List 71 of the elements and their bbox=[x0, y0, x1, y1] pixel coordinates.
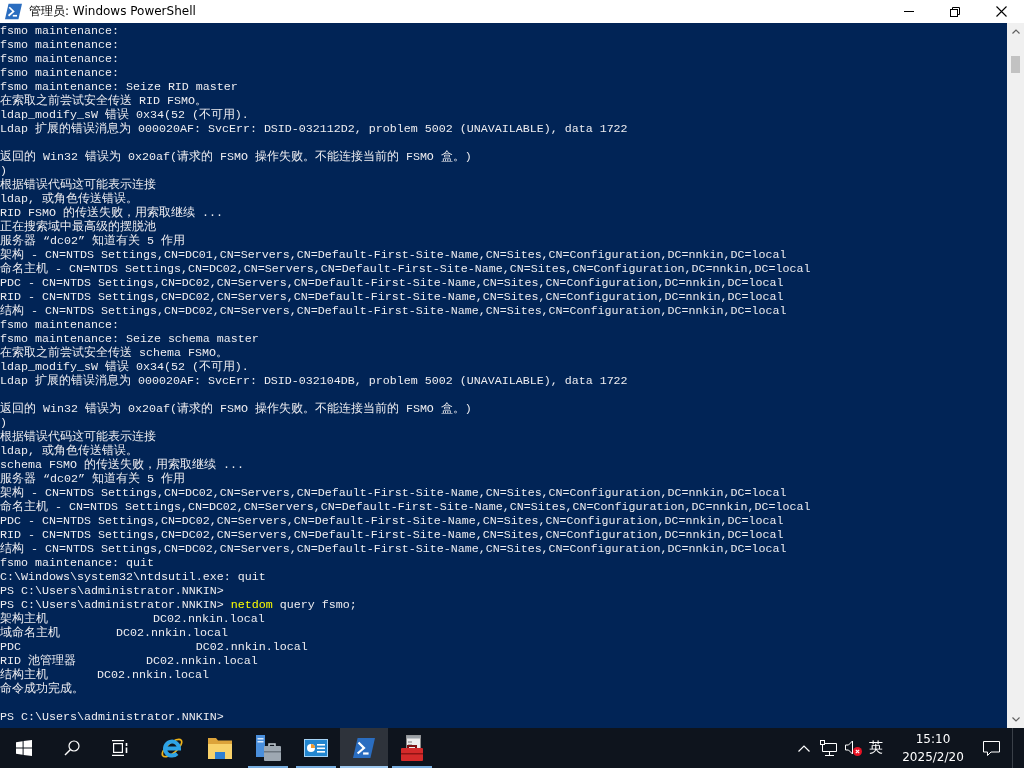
console-line: 架构 - CN=NTDS Settings,CN=DC02,CN=Servers,CN=Default-First-Site-Name,CN=Sites,CN=Configuration,DC=nnkin,DC=local bbox=[0, 486, 787, 500]
console-line: 架构主机 DC02.nnkin.local bbox=[0, 612, 265, 626]
minimize-icon bbox=[904, 11, 914, 12]
console-line: Ldap 扩展的错误消息为 000020AF: SvcErr: DSID-032112D2, problem 5002 (UNAVAILABLE), data 1722 bbox=[0, 122, 628, 136]
terminal-icon bbox=[353, 737, 375, 759]
console-line: 结构 - CN=NTDS Settings,CN=DC02,CN=Servers,CN=Default-First-Site-Name,CN=Sites,CN=Configuration,DC=nnkin,DC=local bbox=[0, 542, 787, 556]
console-line: 根据错误代码这可能表示连接 bbox=[0, 430, 156, 444]
console-line: fsmo maintenance: Seize schema master bbox=[0, 332, 259, 346]
console-line: fsmo maintenance: quit bbox=[0, 556, 154, 570]
console-line: RID - CN=NTDS Settings,CN=DC02,CN=Servers,CN=Default-First-Site-Name,CN=Sites,CN=Configuration,DC=nnkin,DC=local bbox=[0, 290, 784, 304]
console-line: 返回的 Win32 错误为 0x20af(请求的 FSMO 操作失败。不能连接当前的 FSMO 盒。) bbox=[0, 402, 472, 416]
console-line: 架构 - CN=NTDS Settings,CN=DC01,CN=Servers,CN=Default-First-Site-Name,CN=Sites,CN=Configuration,DC=nnkin,DC=local bbox=[0, 248, 787, 262]
server-briefcase-icon bbox=[255, 735, 281, 761]
terminal-icon bbox=[5, 3, 22, 20]
close-icon bbox=[995, 6, 1007, 17]
console-line: PDC DC02.nnkin.local bbox=[0, 640, 308, 654]
task-view-icon bbox=[112, 740, 128, 756]
scrollbar[interactable] bbox=[1007, 23, 1024, 728]
network-icon bbox=[819, 740, 837, 756]
console-line: ldap, 或角色传送错误。 bbox=[0, 444, 138, 458]
speech-bubble-icon bbox=[982, 740, 1000, 756]
console-line: PS C:\Users\administrator.NNKIN> bbox=[0, 584, 224, 598]
window-title: 管理员: Windows PowerShell bbox=[29, 3, 197, 20]
console-line: fsmo maintenance: bbox=[0, 38, 119, 52]
console-line: 命令成功完成。 bbox=[0, 682, 84, 696]
console-line: schema FSMO 的传送失败，用索取继续 ... bbox=[0, 458, 244, 472]
console-line: 正在搜索域中最高级的摆脱池 bbox=[0, 220, 156, 234]
console-line: RID FSMO 的传送失败，用索取继续 ... bbox=[0, 206, 223, 220]
console-line: fsmo maintenance: bbox=[0, 66, 119, 80]
folder-icon bbox=[208, 737, 232, 759]
input-language-indicator[interactable]: 英 bbox=[866, 728, 886, 768]
console-line: 结构主机 DC02.nnkin.local bbox=[0, 668, 209, 682]
console-line: fsmo maintenance: bbox=[0, 318, 119, 332]
console-line: fsmo maintenance: bbox=[0, 24, 119, 38]
console-line: ldap, 或角色传送错误。 bbox=[0, 192, 138, 206]
console-line: PS C:\Users\administrator.NNKIN> bbox=[0, 710, 224, 724]
console-line: 在索取之前尝试安全传送 schema FSMO。 bbox=[0, 346, 228, 360]
console-line: RID 池管理器 DC02.nnkin.local bbox=[0, 654, 258, 668]
console-line: ) bbox=[0, 416, 7, 430]
console-line: ) bbox=[0, 164, 7, 178]
console-line: fsmo maintenance: bbox=[0, 52, 119, 66]
console-line: 命名主机 - CN=NTDS Settings,CN=DC02,CN=Servers,CN=Default-First-Site-Name,CN=Sites,CN=Configuration,DC=nnkin,DC=local bbox=[0, 500, 811, 514]
clock-button[interactable]: 15:10 2025/2/20 bbox=[896, 728, 970, 768]
command-line: PS C:\Users\administrator.NNKIN> netdom query fsmo; bbox=[0, 598, 357, 612]
console-line: 服务器 “dc02” 知道有关 5 作用 bbox=[0, 234, 185, 248]
scrollbar-thumb[interactable] bbox=[1011, 56, 1020, 73]
console-line: PDC - CN=NTDS Settings,CN=DC02,CN=Servers,CN=Default-First-Site-Name,CN=Sites,CN=Configuration,DC=nnkin,DC=local bbox=[0, 276, 784, 290]
search-icon bbox=[64, 740, 80, 756]
console-line: 根据错误代码这可能表示连接 bbox=[0, 178, 156, 192]
console-line: ldap_modify_sW 错误 0x34(52 (不可用). bbox=[0, 108, 249, 122]
console-line: 在索取之前尝试安全传送 RID FSMO。 bbox=[0, 94, 207, 108]
console-line: RID - CN=NTDS Settings,CN=DC02,CN=Servers,CN=Default-First-Site-Name,CN=Sites,CN=Configuration,DC=nnkin,DC=local bbox=[0, 528, 784, 542]
toolbox-icon bbox=[400, 735, 424, 761]
chevron-down-icon bbox=[1011, 717, 1020, 722]
console-line: Ldap 扩展的错误消息为 000020AF: SvcErr: DSID-032104DB, problem 5002 (UNAVAILABLE), data 1722 bbox=[0, 374, 628, 388]
taskbar-button[interactable] bbox=[340, 728, 388, 768]
chevron-up-icon bbox=[798, 744, 810, 752]
chart-window-icon bbox=[304, 739, 328, 757]
console-line: fsmo maintenance: Seize RID master bbox=[0, 80, 238, 94]
console-line: PDC - CN=NTDS Settings,CN=DC02,CN=Servers,CN=Default-First-Site-Name,CN=Sites,CN=Configuration,DC=nnkin,DC=local bbox=[0, 514, 784, 528]
console-line: 结构 - CN=NTDS Settings,CN=DC02,CN=Servers,CN=Default-First-Site-Name,CN=Sites,CN=Configuration,DC=nnkin,DC=local bbox=[0, 304, 787, 318]
console-line: 命名主机 - CN=NTDS Settings,CN=DC02,CN=Servers,CN=Default-First-Site-Name,CN=Sites,CN=Configuration,DC=nnkin,DC=local bbox=[0, 262, 811, 276]
chevron-up-icon bbox=[1011, 29, 1020, 34]
restore-icon bbox=[950, 6, 960, 17]
start-icon bbox=[16, 740, 32, 756]
console-line: 返回的 Win32 错误为 0x20af(请求的 FSMO 操作失败。不能连接当前的 FSMO 盒。) bbox=[0, 150, 472, 164]
console-line: ldap_modify_sW 错误 0x34(52 (不可用). bbox=[0, 360, 249, 374]
speaker-mute-icon bbox=[844, 740, 862, 756]
console-line: C:\Windows\system32\ntdsutil.exe: quit bbox=[0, 570, 266, 584]
console-line: 域命名主机 DC02.nnkin.local bbox=[0, 626, 228, 640]
console-line: 服务器 “dc02” 知道有关 5 作用 bbox=[0, 472, 185, 486]
